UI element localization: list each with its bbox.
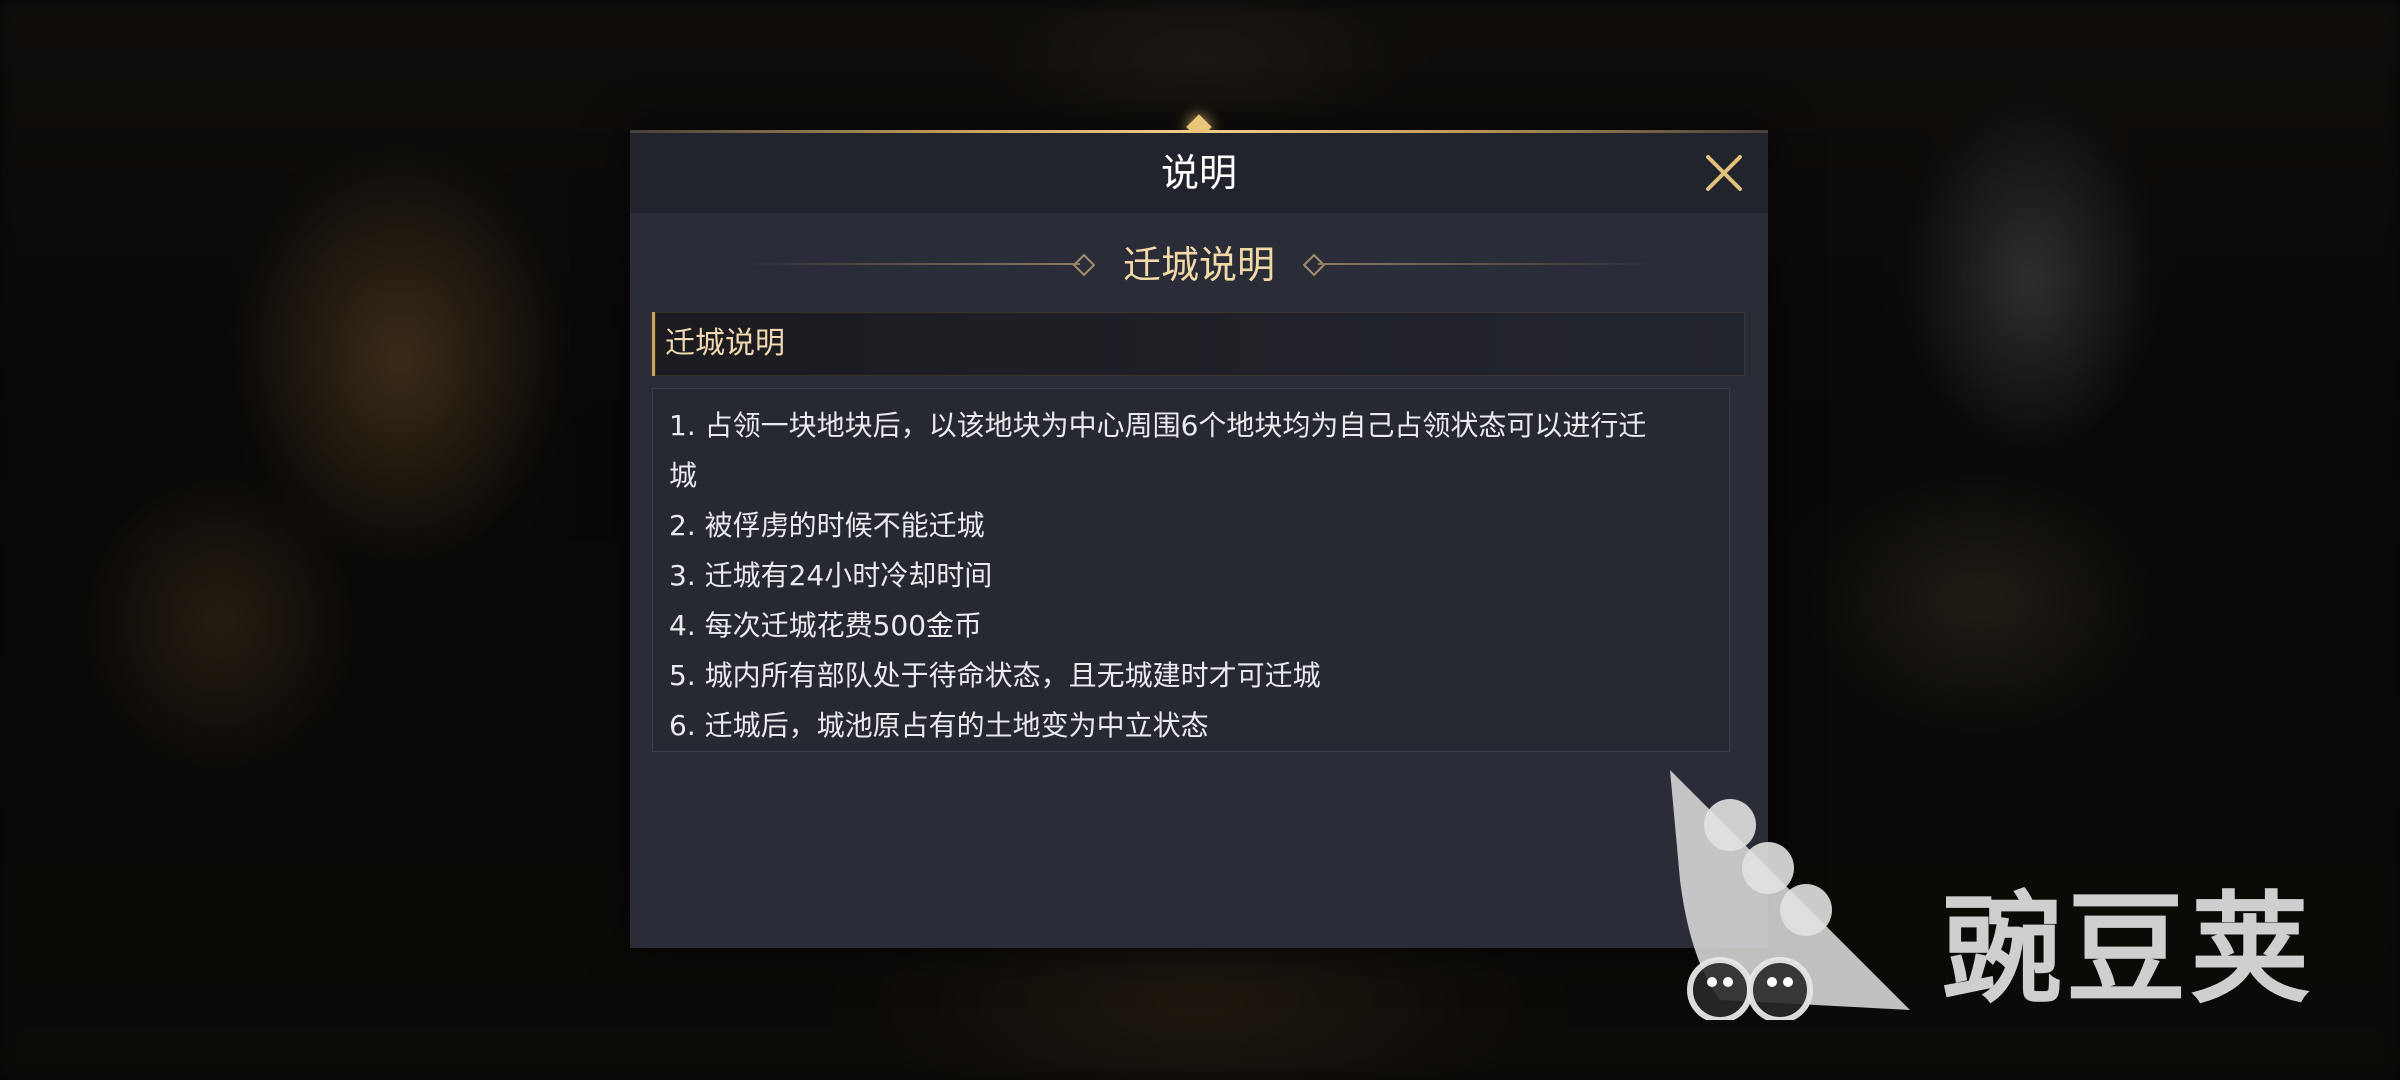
tab-label: 迁城说明 (665, 326, 785, 361)
rule-line: 3. 迁城有24小时冷却时间 (669, 559, 993, 592)
close-icon (1706, 155, 1742, 191)
heading-divider-right (1318, 263, 1658, 265)
rule-line: 6. 迁城后，城池原占有的土地变为中立状态 (669, 709, 1209, 742)
info-dialog: 说明 迁城说明 迁城说明 1. 占领一块地块后，以该地块为中心周围6个地块均为自… (630, 114, 1768, 948)
rule-line: 1. 占领一块地块后，以该地块为中心周围6个地块均为自己占领状态可以进行迁 (669, 409, 1647, 442)
game-scene: 说明 迁城说明 迁城说明 1. 占领一块地块后，以该地块为中心周围6个地块均为自… (0, 0, 2400, 1080)
rule-line: 2. 被俘虏的时候不能迁城 (669, 509, 985, 542)
close-button[interactable] (1694, 143, 1754, 203)
rules-content-box: 1. 占领一块地块后，以该地块为中心周围6个地块均为自己占领状态可以进行迁 城 … (652, 388, 1730, 752)
dialog-title: 说明 (1160, 151, 1237, 195)
tab-relocate-city[interactable]: 迁城说明 (652, 312, 1745, 376)
rule-line: 5. 城内所有部队处于待命状态，且无城建时才可迁城 (669, 659, 1321, 692)
section-heading: 迁城说明 (630, 230, 1768, 300)
rule-line: 城 (669, 459, 698, 492)
rule-line: 4. 每次迁城花费500金币 (669, 609, 983, 642)
section-heading-text: 迁城说明 (1122, 243, 1275, 287)
dialog-header: 说明 (630, 133, 1768, 213)
